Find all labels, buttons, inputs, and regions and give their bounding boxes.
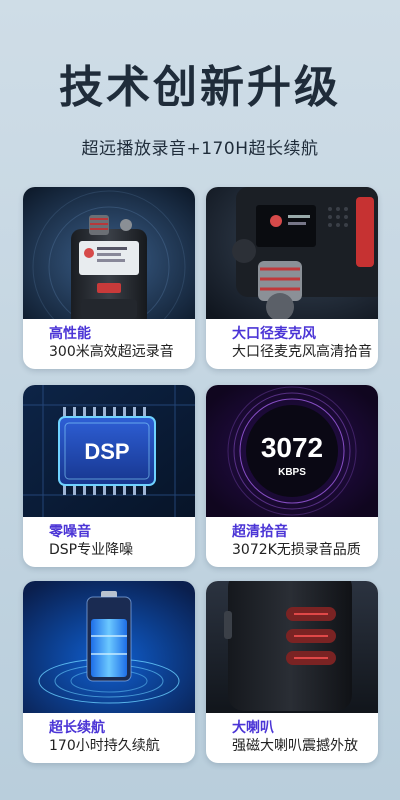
card-title: 超长续航 — [49, 720, 105, 736]
chip-label: DSP — [84, 439, 129, 464]
card-title: 超清拾音 — [232, 524, 288, 540]
card-title: 零噪音 — [49, 524, 91, 540]
feature-card-large-microphone: 大口径麦克风 大口径麦克风高清拾音 — [206, 187, 378, 369]
bitrate-unit: KBPS — [278, 467, 306, 478]
feature-card-ultra-clear: 3072 KBPS 超清拾音 3072K无损录音品质 — [206, 385, 378, 567]
feature-card-big-speaker: 大喇叭 强磁大喇叭震撼外放 — [206, 581, 378, 763]
bitrate-value: 3072 — [261, 432, 323, 463]
card-description: 3072K无损录音品质 — [232, 542, 361, 558]
page-subtitle: 超远播放录音+170H超长续航 — [81, 139, 319, 159]
card-description: 强磁大喇叭震撼外放 — [232, 738, 358, 754]
bitrate-badge-image: 3072 KBPS — [206, 385, 378, 517]
card-title: 大喇叭 — [232, 720, 274, 736]
feature-card-high-performance: 高性能 300米高效超远录音 — [23, 187, 195, 369]
dsp-chip-image: DSP — [23, 385, 195, 517]
feature-card-zero-noise: DSP 零噪音 DSP专业降噪 — [23, 385, 195, 567]
hero-header: 技术创新升级 超远播放录音+170H超长续航 — [0, 60, 400, 159]
battery-image — [23, 581, 195, 713]
card-title: 高性能 — [49, 326, 91, 342]
page-title: 技术创新升级 — [59, 62, 341, 113]
feature-card-long-battery: 超长续航 170小时持久续航 — [23, 581, 195, 763]
card-title: 大口径麦克风 — [232, 326, 316, 342]
microphone-closeup-image — [206, 187, 378, 319]
speaker-grille-image — [206, 581, 378, 713]
card-description: 大口径麦克风高清拾音 — [232, 344, 372, 360]
card-description: DSP专业降噪 — [49, 542, 134, 558]
card-description: 170小时持久续航 — [49, 738, 160, 754]
recorder-front-image — [23, 187, 195, 319]
card-description: 300米高效超远录音 — [49, 344, 174, 360]
